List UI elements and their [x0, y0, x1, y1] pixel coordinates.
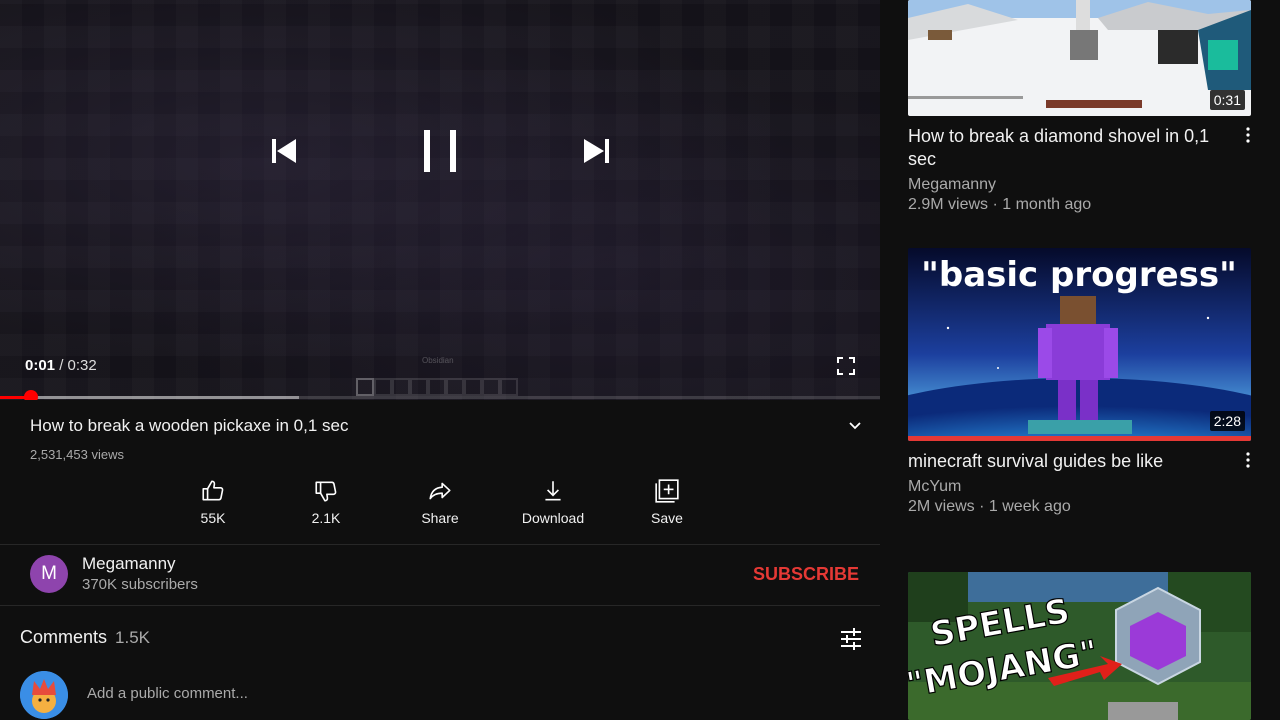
duration: 0:32	[67, 357, 97, 374]
progress-bar[interactable]	[0, 390, 880, 400]
rec-thumbnail-3[interactable]: SPELLS "MOJANG"	[908, 572, 1251, 720]
sort-icon[interactable]	[838, 626, 864, 652]
share-icon	[429, 482, 451, 500]
more-vertical-icon[interactable]	[1240, 126, 1256, 144]
comments-label: Comments	[20, 627, 108, 647]
main-column: Obsidian 0:01 / 0:32 How to break a wood…	[0, 0, 880, 720]
rec-thumbnail-2[interactable]: "basic progress" 2:28	[908, 248, 1251, 441]
channel-avatar[interactable]: M	[30, 555, 68, 593]
rec-duration-2: 2:28	[1209, 411, 1245, 431]
time-display: 0:01 / 0:32	[25, 357, 97, 374]
video-title: How to break a wooden pickaxe in 0,1 sec	[30, 416, 349, 435]
comments-count: 1.5K	[115, 628, 151, 647]
rec-title-2[interactable]: minecraft survival guides be like	[908, 450, 1228, 473]
share-button[interactable]: Share	[390, 478, 490, 526]
rec-thumbnail-1[interactable]: 0:31	[908, 0, 1251, 116]
video-player[interactable]: Obsidian 0:01 / 0:32	[0, 0, 880, 400]
dislike-button[interactable]: 2.1K	[276, 478, 376, 526]
subscriber-count: 370K subscribers	[82, 576, 198, 593]
watermark-text: Obsidian	[422, 356, 454, 365]
save-button[interactable]: Save	[617, 478, 717, 526]
chevron-down-icon[interactable]	[846, 416, 864, 434]
download-icon	[545, 481, 561, 501]
time-separator: /	[59, 357, 64, 374]
download-button[interactable]: Download	[503, 478, 603, 526]
thumbs-down-icon	[315, 481, 337, 502]
view-count: 2,531,453 views	[30, 447, 124, 462]
skip-previous-icon[interactable]	[262, 128, 308, 174]
rec-channel-2[interactable]: McYum	[908, 478, 961, 496]
rec-meta-2: 2M views · 1 week ago	[908, 498, 1071, 515]
more-vertical-icon[interactable]	[1240, 451, 1256, 469]
download-label: Download	[521, 510, 585, 526]
save-label: Save	[651, 510, 683, 526]
progress-buffered	[0, 396, 300, 399]
comment-input[interactable]	[87, 685, 787, 702]
share-label: Share	[421, 510, 459, 526]
channel-name[interactable]: Megamanny	[82, 554, 176, 574]
pause-icon[interactable]	[417, 126, 463, 176]
progress-scrubber[interactable]	[23, 390, 38, 400]
minecraft-hotbar	[356, 378, 518, 396]
rec-title-1[interactable]: How to break a diamond shovel in 0,1 sec	[908, 125, 1228, 171]
comments-header[interactable]: Comments 1.5K	[20, 627, 150, 648]
recommendations-sidebar: 0:31 How to break a diamond shovel in 0,…	[880, 0, 1280, 720]
add-to-playlist-icon	[655, 479, 679, 503]
fullscreen-icon[interactable]	[836, 356, 856, 376]
thumbs-up-icon	[202, 480, 224, 501]
skip-next-icon[interactable]	[574, 128, 620, 174]
user-avatar	[20, 671, 68, 719]
action-bar: 55K 2.1K Share Download Save	[170, 478, 730, 534]
divider	[0, 605, 880, 606]
rec-meta-1: 2.9M views · 1 month ago	[908, 196, 1092, 213]
thumb-text-basic-progress: "basic progress"	[921, 255, 1237, 295]
dislike-label: 2.1K	[311, 510, 341, 526]
like-button[interactable]: 55K	[163, 478, 263, 526]
rec-channel-1[interactable]: Megamanny	[908, 176, 996, 194]
current-time: 0:01	[25, 357, 56, 374]
like-count: 55K	[200, 510, 226, 526]
rec-duration-1: 0:31	[1209, 90, 1245, 110]
subscribe-button[interactable]: SUBSCRIBE	[753, 564, 859, 585]
channel-row[interactable]: M Megamanny 370K subscribers SUBSCRIBE	[0, 545, 880, 605]
